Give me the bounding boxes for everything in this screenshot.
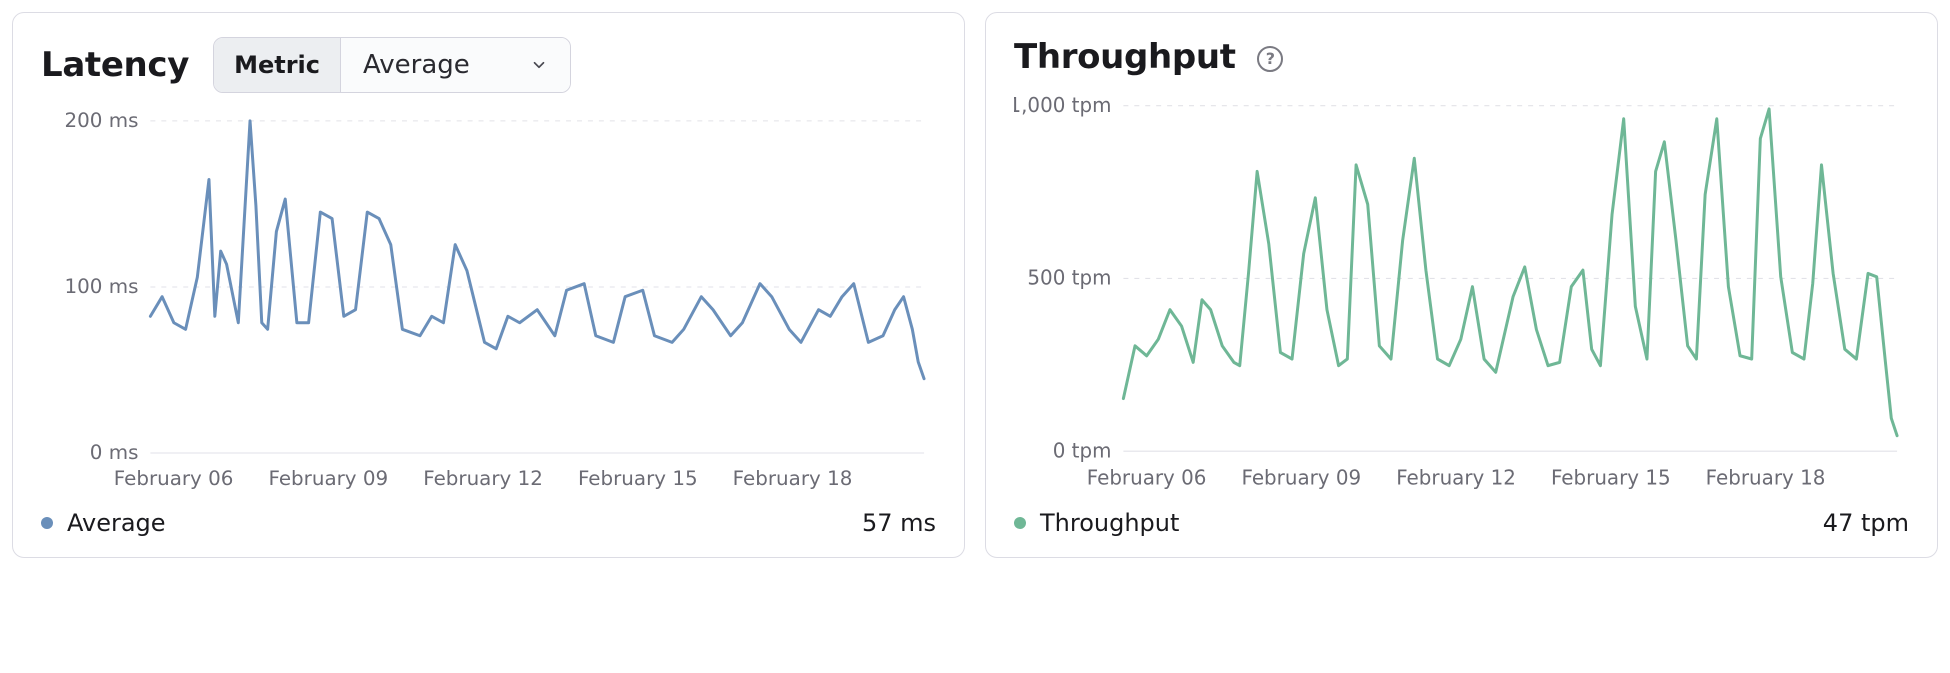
svg-text:February 15: February 15	[578, 467, 698, 490]
latency-chart: 0 ms 100 ms 200 ms February 06 February 09 Fe…	[41, 101, 936, 499]
svg-text:500 tpm: 500 tpm	[1027, 265, 1111, 289]
svg-text:0 ms: 0 ms	[90, 441, 139, 464]
svg-text:February 12: February 12	[1396, 465, 1516, 489]
svg-text:February 06: February 06	[114, 467, 234, 490]
throughput-title: Throughput ?	[1014, 37, 1283, 77]
svg-text:200 ms: 200 ms	[64, 109, 138, 132]
metric-pill-value[interactable]: Average	[341, 38, 570, 92]
svg-text:100 ms: 100 ms	[64, 275, 138, 298]
svg-text:February 09: February 09	[268, 467, 388, 490]
throughput-card-header: Throughput ?	[1014, 37, 1909, 77]
latency-legend-value: 57 ms	[862, 509, 936, 537]
latency-card-header: Latency Metric Average	[41, 37, 936, 93]
svg-text:February 18: February 18	[1706, 465, 1826, 489]
svg-text:February 15: February 15	[1551, 465, 1671, 489]
latency-legend-dot-icon	[41, 517, 53, 529]
svg-text:1,000 tpm: 1,000 tpm	[1014, 93, 1111, 117]
help-icon[interactable]: ?	[1257, 46, 1283, 72]
latency-legend-row: Average 57 ms	[41, 499, 936, 537]
throughput-legend-value: 47 tpm	[1823, 509, 1909, 537]
throughput-chart: 0 tpm 500 tpm 1,000 tpm February 06 February…	[1014, 85, 1909, 499]
svg-text:February 06: February 06	[1087, 465, 1207, 489]
throughput-legend-dot-icon	[1014, 517, 1026, 529]
svg-text:February 18: February 18	[733, 467, 853, 490]
throughput-legend-label: Throughput	[1040, 509, 1179, 537]
metric-selected-text: Average	[363, 50, 470, 80]
latency-title: Latency	[41, 45, 189, 85]
metric-pill-label: Metric	[214, 38, 341, 92]
throughput-legend-item: Throughput	[1014, 509, 1179, 537]
latency-legend-label: Average	[67, 509, 166, 537]
svg-text:February 09: February 09	[1241, 465, 1361, 489]
throughput-legend-row: Throughput 47 tpm	[1014, 499, 1909, 537]
dashboard-row: Latency Metric Average 0 ms 100 ms 200 ms F…	[12, 12, 1938, 558]
latency-card: Latency Metric Average 0 ms 100 ms 200 ms F…	[12, 12, 965, 558]
throughput-card: Throughput ? 0 tpm 500 tpm 1,000 tpm Februa…	[985, 12, 1938, 558]
svg-text:February 12: February 12	[423, 467, 543, 490]
latency-metric-select[interactable]: Metric Average	[213, 37, 571, 93]
throughput-title-text: Throughput	[1014, 37, 1236, 77]
chevron-down-icon	[530, 56, 548, 74]
svg-text:0 tpm: 0 tpm	[1053, 438, 1112, 462]
latency-legend-item: Average	[41, 509, 166, 537]
